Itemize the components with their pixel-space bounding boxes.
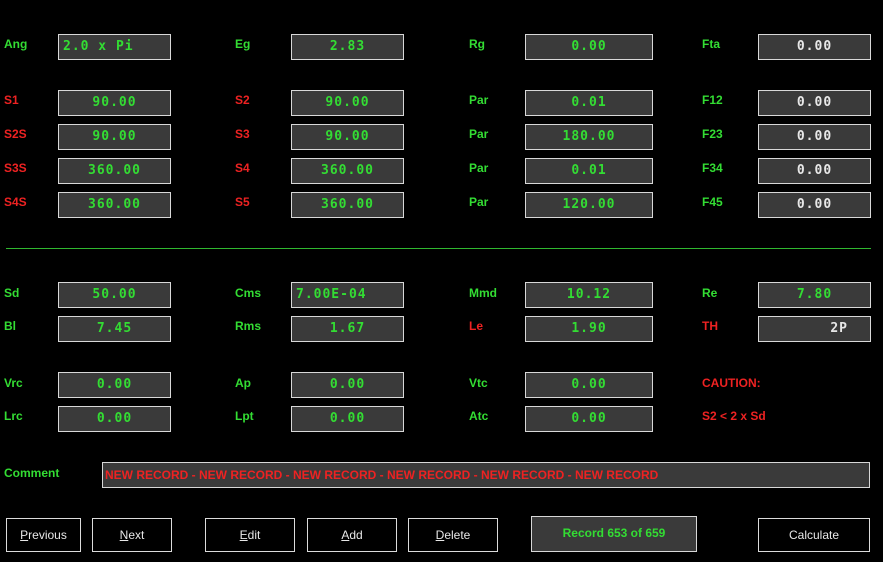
par-2-field[interactable]: 180.00 bbox=[525, 124, 653, 150]
fta-field[interactable]: 0.00 bbox=[758, 34, 871, 60]
label-f45: F45 bbox=[702, 195, 723, 209]
label-re: Re bbox=[702, 286, 718, 300]
ang-field[interactable]: 2.0 x Pi bbox=[58, 34, 171, 60]
label-ap: Ap bbox=[235, 376, 251, 390]
label-eg: Eg bbox=[235, 37, 251, 51]
delete-button[interactable]: Delete bbox=[408, 518, 498, 552]
vrc-field[interactable]: 0.00 bbox=[58, 372, 171, 398]
label-sd: Sd bbox=[4, 286, 20, 300]
s3s-field[interactable]: 360.00 bbox=[58, 158, 171, 184]
label-f23: F23 bbox=[702, 127, 723, 141]
label-s5: S5 bbox=[235, 195, 250, 209]
caution-title: CAUTION: bbox=[702, 376, 761, 390]
edit-label: dit bbox=[247, 528, 261, 542]
label-mmd: Mmd bbox=[469, 286, 497, 300]
s2-field[interactable]: 90.00 bbox=[291, 90, 404, 116]
label-s4: S4 bbox=[235, 161, 250, 175]
label-s2: S2 bbox=[235, 93, 250, 107]
label-s4s: S4S bbox=[4, 195, 27, 209]
s4-field[interactable]: 360.00 bbox=[291, 158, 404, 184]
label-fta: Fta bbox=[702, 37, 720, 51]
label-lpt: Lpt bbox=[235, 409, 254, 423]
label-s1: S1 bbox=[4, 93, 19, 107]
s3-field[interactable]: 90.00 bbox=[291, 124, 404, 150]
cms-field[interactable]: 7.00E-04 bbox=[291, 282, 404, 308]
label-th: TH bbox=[702, 319, 718, 333]
rms-field[interactable]: 1.67 bbox=[291, 316, 404, 342]
label-vrc: Vrc bbox=[4, 376, 23, 390]
label-par-4: Par bbox=[469, 195, 489, 209]
s1-field[interactable]: 90.00 bbox=[58, 90, 171, 116]
le-field[interactable]: 1.90 bbox=[525, 316, 653, 342]
label-s2s: S2S bbox=[4, 127, 27, 141]
rg-field[interactable]: 0.00 bbox=[525, 34, 653, 60]
eg-field[interactable]: 2.83 bbox=[291, 34, 404, 60]
label-atc: Atc bbox=[469, 409, 489, 423]
label-bl: Bl bbox=[4, 319, 16, 333]
label-cms: Cms bbox=[235, 286, 262, 300]
s4s-field[interactable]: 360.00 bbox=[58, 192, 171, 218]
label-s3s: S3S bbox=[4, 161, 27, 175]
re-field[interactable]: 7.80 bbox=[758, 282, 871, 308]
label-par-1: Par bbox=[469, 93, 489, 107]
next-button[interactable]: Next bbox=[92, 518, 172, 552]
label-par-3: Par bbox=[469, 161, 489, 175]
th-field[interactable]: 2P bbox=[758, 316, 871, 342]
label-f34: F34 bbox=[702, 161, 723, 175]
calculate-button[interactable]: Calculate bbox=[758, 518, 870, 552]
sd-field[interactable]: 50.00 bbox=[58, 282, 171, 308]
par-3-field[interactable]: 0.01 bbox=[525, 158, 653, 184]
previous-label: revious bbox=[28, 528, 67, 542]
lpt-field[interactable]: 0.00 bbox=[291, 406, 404, 432]
delete-accel: D bbox=[435, 528, 445, 542]
add-label: dd bbox=[349, 528, 363, 542]
label-vtc: Vtc bbox=[469, 376, 488, 390]
vtc-field[interactable]: 0.00 bbox=[525, 372, 653, 398]
atc-field[interactable]: 0.00 bbox=[525, 406, 653, 432]
label-par-2: Par bbox=[469, 127, 489, 141]
label-f12: F12 bbox=[702, 93, 723, 107]
par-1-field[interactable]: 0.01 bbox=[525, 90, 653, 116]
par-4-field[interactable]: 120.00 bbox=[525, 192, 653, 218]
edit-button[interactable]: Edit bbox=[205, 518, 295, 552]
record-status: Record 653 of 659 bbox=[531, 516, 697, 552]
s5-field[interactable]: 360.00 bbox=[291, 192, 404, 218]
comment-field[interactable]: NEW RECORD - NEW RECORD - NEW RECORD - N… bbox=[102, 462, 870, 488]
bl-field[interactable]: 7.45 bbox=[58, 316, 171, 342]
s2s-field[interactable]: 90.00 bbox=[58, 124, 171, 150]
add-button[interactable]: Add bbox=[307, 518, 397, 552]
f34-field[interactable]: 0.00 bbox=[758, 158, 871, 184]
section-divider bbox=[6, 248, 871, 249]
label-comment: Comment bbox=[4, 466, 60, 480]
next-label: ext bbox=[128, 528, 145, 542]
label-lrc: Lrc bbox=[4, 409, 23, 423]
previous-accel: P bbox=[20, 528, 29, 542]
f23-field[interactable]: 0.00 bbox=[758, 124, 871, 150]
lrc-field[interactable]: 0.00 bbox=[58, 406, 171, 432]
caution-text: S2 < 2 x Sd bbox=[702, 409, 766, 423]
edit-accel: E bbox=[239, 528, 248, 542]
label-rms: Rms bbox=[235, 319, 262, 333]
mmd-field[interactable]: 10.12 bbox=[525, 282, 653, 308]
label-s3: S3 bbox=[235, 127, 250, 141]
f12-field[interactable]: 0.00 bbox=[758, 90, 871, 116]
label-ang: Ang bbox=[4, 37, 28, 51]
delete-label: elete bbox=[444, 528, 471, 542]
ap-field[interactable]: 0.00 bbox=[291, 372, 404, 398]
previous-button[interactable]: Previous bbox=[6, 518, 81, 552]
f45-field[interactable]: 0.00 bbox=[758, 192, 871, 218]
label-le: Le bbox=[469, 319, 484, 333]
label-rg: Rg bbox=[469, 37, 485, 51]
